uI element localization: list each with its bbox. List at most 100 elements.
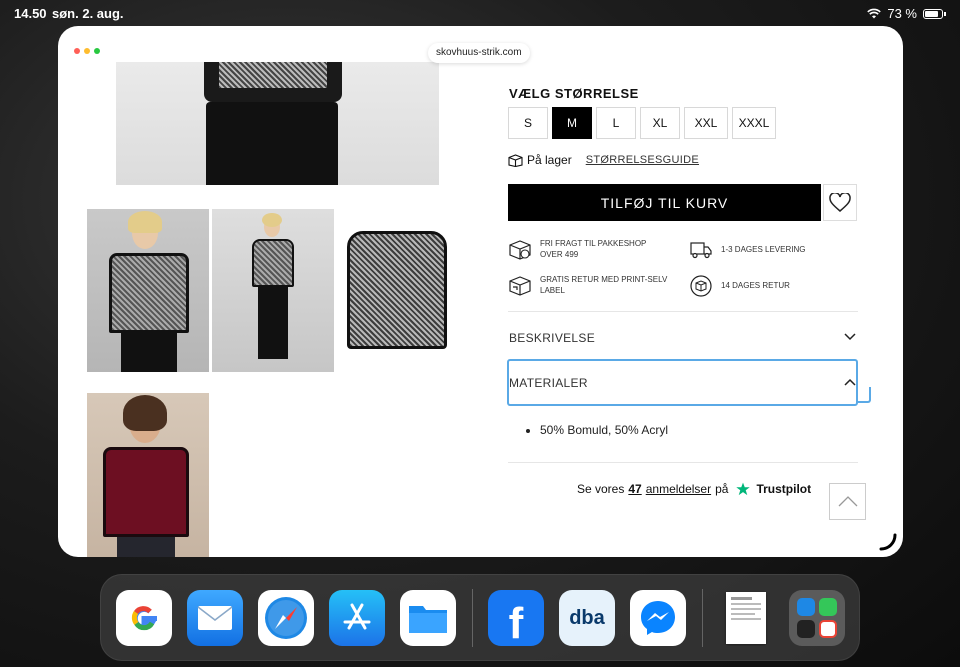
scroll-to-top-button[interactable]	[829, 483, 866, 520]
model-cardigan-red	[103, 447, 189, 537]
product-thumbnail-3[interactable]	[337, 209, 459, 372]
status-time: 14.50	[14, 6, 47, 21]
materials-list: 50% Bomuld, 50% Acryl	[528, 423, 668, 437]
focus-ring-tab	[857, 387, 871, 403]
product-options: VÆLG STØRRELSE S M L XL XXL XXXL På lage…	[507, 26, 871, 557]
stock-row: På lager STØRRELSESGUIDE	[508, 153, 699, 167]
reviews-link[interactable]: anmeldelser	[646, 482, 711, 496]
document-thumbnail	[726, 592, 766, 644]
window-dot-green[interactable]	[94, 48, 100, 54]
cardigan-flat-lay	[347, 231, 447, 349]
model-hair	[262, 213, 282, 227]
model-trousers	[258, 287, 288, 359]
trustpilot-brand[interactable]: Trustpilot	[756, 482, 811, 496]
safari-icon[interactable]	[258, 590, 314, 646]
photo-trousers	[206, 102, 338, 185]
size-button-s[interactable]: S	[508, 107, 548, 139]
return-box-icon	[509, 276, 531, 296]
compass-icon	[265, 597, 307, 639]
usp-free-shipping: FRI FRAGT TIL PAKKESHOP OVER 499	[508, 238, 668, 262]
window-dot-yellow[interactable]	[84, 48, 90, 54]
dock-separator	[472, 589, 473, 647]
model-trousers	[117, 537, 175, 557]
status-bar: 14.50 søn. 2. aug. 73 %	[0, 0, 960, 26]
app-store-icon[interactable]	[329, 590, 385, 646]
trustpilot-on: på	[715, 482, 729, 496]
product-thumbnail-2[interactable]	[212, 209, 334, 372]
envelope-icon	[197, 606, 233, 630]
model-hair	[128, 211, 162, 233]
photo-cardigan-pattern	[219, 62, 327, 88]
product-thumbnail-4[interactable]	[87, 393, 209, 557]
heart-icon	[829, 192, 851, 212]
window-menu-dots[interactable]	[74, 48, 100, 54]
size-button-m[interactable]: M	[552, 107, 592, 139]
wishlist-button[interactable]	[823, 184, 857, 221]
chevron-down-icon[interactable]	[844, 333, 856, 341]
facebook-label: f	[508, 599, 524, 646]
mail-icon[interactable]	[187, 590, 243, 646]
status-indicators: 73 %	[867, 6, 946, 21]
battery-tip	[944, 11, 946, 16]
recent-document-icon[interactable]	[718, 590, 774, 646]
product-thumbnail-1[interactable]	[87, 209, 209, 372]
chevron-up-icon	[838, 496, 857, 507]
url-bar[interactable]: skovhuus-strik.com	[428, 43, 530, 63]
divider	[508, 462, 858, 463]
usp-free-return: GRATIS RETUR MED PRINT-SELV LABEL	[508, 274, 668, 298]
google-icon[interactable]	[116, 590, 172, 646]
size-button-xl[interactable]: XL	[640, 107, 680, 139]
google-logo	[131, 606, 157, 631]
status-date: søn. 2. aug.	[52, 6, 124, 21]
usp-delivery: 1-3 DAGES LEVERING	[689, 238, 819, 262]
trustpilot-star-icon	[736, 482, 751, 496]
app-store-a-icon	[343, 603, 371, 630]
materials-item: 50% Bomuld, 50% Acryl	[540, 423, 668, 437]
files-icon[interactable]	[400, 590, 456, 646]
battery-icon	[923, 8, 943, 19]
usp-return-days-text: 14 DAGES RETUR	[721, 281, 790, 290]
model-cardigan	[109, 253, 189, 333]
accordion-description-title[interactable]: BESKRIVELSE	[509, 331, 595, 345]
resize-handle-icon[interactable]	[879, 533, 897, 551]
accordion-materials-title[interactable]: MATERIALER	[509, 376, 588, 390]
size-title: VÆLG STØRRELSE	[509, 86, 639, 101]
usp-delivery-text: 1-3 DAGES LEVERING	[721, 245, 806, 254]
divider	[508, 311, 858, 312]
folder-icon	[409, 606, 447, 633]
size-button-xxl[interactable]: XXL	[684, 107, 728, 139]
usp-return-days: 14 DAGES RETUR	[689, 274, 819, 298]
package-icon	[508, 153, 523, 167]
trustpilot-prefix: Se vores	[577, 482, 625, 496]
trustpilot-reviews: Se vores 47 anmeldelser på Trustpilot	[577, 482, 811, 496]
messenger-bubble-icon	[641, 601, 675, 635]
wifi-icon	[867, 8, 882, 19]
dock-separator	[702, 589, 703, 647]
add-to-cart-button[interactable]: TILFØJ TIL KURV	[508, 184, 821, 221]
size-button-xxxl[interactable]: XXXL	[732, 107, 776, 139]
size-guide-link[interactable]: STØRRELSESGUIDE	[586, 154, 699, 166]
facebook-icon[interactable]: f	[488, 590, 544, 646]
browser-window: skovhuus-strik.com VÆLG STØRRELSE S M L …	[58, 26, 903, 557]
dba-label: dba	[569, 606, 605, 629]
chevron-up-icon[interactable]	[844, 378, 856, 386]
app-library-icon[interactable]	[789, 590, 845, 646]
stock-label: På lager	[527, 153, 572, 167]
model-hair	[123, 395, 167, 431]
size-button-l[interactable]: L	[596, 107, 636, 139]
dba-icon[interactable]: dba	[559, 590, 615, 646]
usp-free-shipping-text: FRI FRAGT TIL PAKKESHOP OVER 499	[540, 239, 647, 259]
app-library-grid	[797, 598, 837, 638]
dock: f dba	[100, 574, 860, 661]
review-count-link[interactable]: 47	[628, 482, 641, 496]
box-icon	[509, 240, 531, 260]
model-trousers	[121, 333, 177, 372]
main-product-photo[interactable]	[116, 62, 439, 185]
usp-free-return-text: GRATIS RETUR MED PRINT-SELV LABEL	[540, 275, 668, 295]
return-cycle-icon	[690, 275, 712, 297]
truck-icon	[690, 242, 712, 259]
battery-percent: 73 %	[887, 6, 917, 21]
model-cardigan	[252, 239, 294, 287]
window-dot-red[interactable]	[74, 48, 80, 54]
messenger-icon[interactable]	[630, 590, 686, 646]
